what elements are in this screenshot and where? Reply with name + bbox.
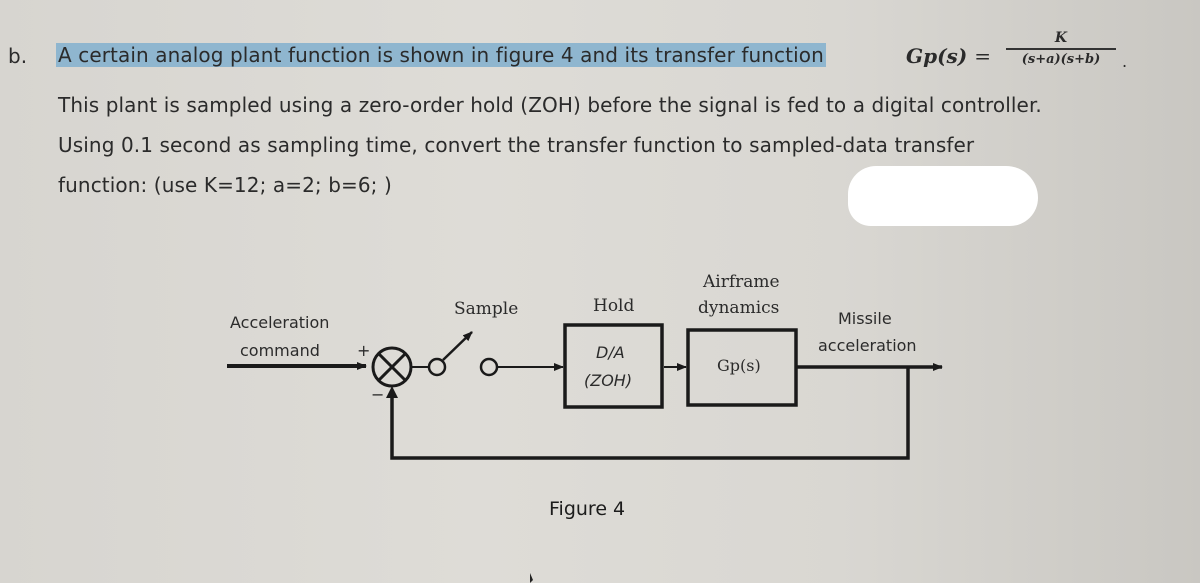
feedback-arrowhead-icon bbox=[386, 386, 398, 398]
output-label-line2: acceleration bbox=[818, 336, 917, 355]
output-label-line1: Missile bbox=[838, 309, 892, 328]
hold-block-line2: (ZOH) bbox=[584, 371, 633, 390]
summing-junction-icon bbox=[371, 346, 413, 388]
sampler-switch-icon bbox=[427, 331, 499, 377]
input-label-line1: Acceleration bbox=[230, 313, 330, 332]
plant-label-line1: Airframe bbox=[703, 272, 780, 292]
feedback-path bbox=[390, 367, 910, 460]
input-label-line2: command bbox=[240, 341, 320, 360]
figure-caption: Figure 4 bbox=[549, 498, 626, 520]
plus-sign: + bbox=[357, 341, 371, 360]
hold-block bbox=[563, 323, 664, 409]
hold-block-line1: D/A bbox=[596, 343, 625, 362]
minus-sign: − bbox=[371, 385, 385, 404]
plant-label-line2: dynamics bbox=[698, 298, 780, 318]
sample-label: Sample bbox=[454, 299, 519, 319]
block-diagram bbox=[227, 323, 943, 583]
plant-block-label: Gp(s) bbox=[717, 356, 761, 375]
mouse-cursor-icon bbox=[530, 573, 533, 583]
hold-label: Hold bbox=[593, 296, 635, 316]
